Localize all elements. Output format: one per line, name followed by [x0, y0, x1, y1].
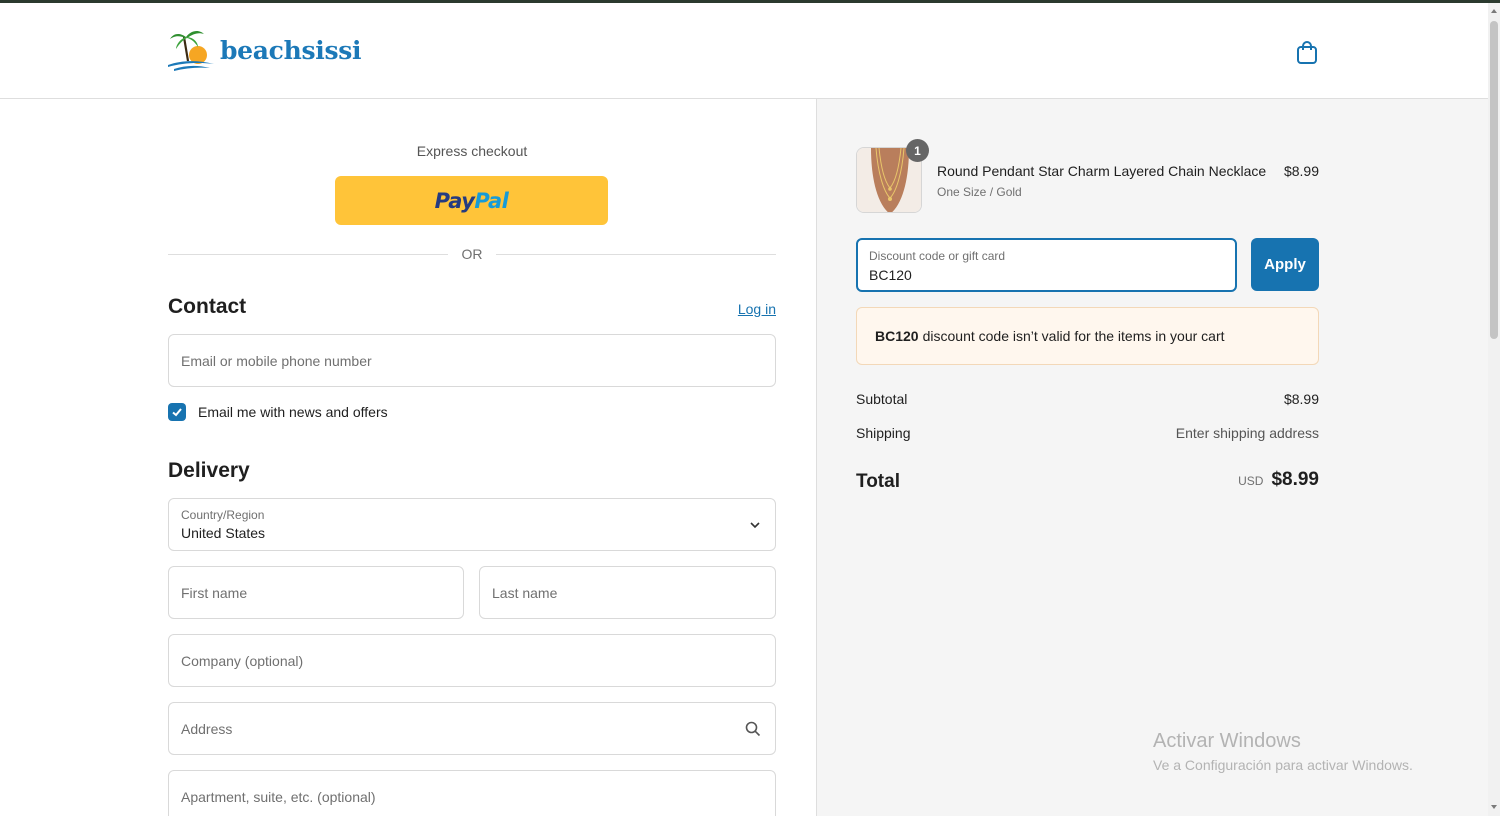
- newsletter-checkbox[interactable]: [168, 403, 186, 421]
- apartment-field[interactable]: [168, 770, 776, 816]
- login-link[interactable]: Log in: [700, 301, 776, 317]
- address-field[interactable]: [168, 702, 776, 755]
- checkout-form: Express checkout Pay Pal OR Contact Log i…: [0, 99, 816, 816]
- apartment-input[interactable]: [181, 771, 763, 816]
- search-icon[interactable]: [745, 721, 761, 737]
- chevron-down-icon: [750, 522, 760, 529]
- scrollbar-thumb[interactable]: [1490, 21, 1498, 339]
- email-input[interactable]: [181, 335, 763, 386]
- discount-input[interactable]: [869, 267, 1209, 283]
- discount-label: Discount code or gift card: [869, 249, 1006, 263]
- delivery-title: Delivery: [168, 459, 250, 482]
- subtotal-value: $8.99: [1283, 391, 1319, 407]
- total-label: Total: [856, 471, 900, 492]
- shopping-bag-icon[interactable]: [1294, 39, 1320, 65]
- watermark-subtitle: Ve a Configuración para activar Windows.: [1153, 757, 1413, 773]
- notice-code: BC120: [875, 328, 919, 344]
- page-scrollbar[interactable]: [1488, 3, 1500, 816]
- product-price: $8.99: [1283, 163, 1319, 179]
- total-row: Total USD $8.99: [856, 469, 1319, 495]
- express-checkout-label: Express checkout: [416, 143, 528, 159]
- paypal-logo-pay: Pay: [434, 188, 475, 213]
- country-select[interactable]: Country/Region United States: [168, 498, 776, 551]
- contact-title: Contact: [168, 295, 247, 318]
- shipping-label: Shipping: [856, 425, 911, 441]
- last-name-input[interactable]: [492, 567, 763, 618]
- watermark-title: Activar Windows: [1153, 730, 1301, 752]
- subtotal-label: Subtotal: [856, 391, 908, 407]
- product-variant: One Size / Gold: [937, 185, 1022, 199]
- last-name-field[interactable]: [479, 566, 776, 619]
- shipping-value: Enter shipping address: [1175, 425, 1319, 441]
- currency-code: USD: [1238, 474, 1264, 488]
- paypal-button[interactable]: Pay Pal: [335, 176, 608, 225]
- brand-logo[interactable]: beachsissi: [168, 27, 362, 73]
- or-text: OR: [461, 246, 483, 262]
- scroll-up-arrow-icon[interactable]: [1490, 7, 1498, 15]
- country-label: Country/Region: [181, 508, 265, 522]
- discount-error-notice: BC120 discount code isn’t valid for the …: [856, 307, 1319, 365]
- first-name-input[interactable]: [181, 567, 451, 618]
- shipping-row: Shipping Enter shipping address: [856, 425, 1319, 441]
- apply-button[interactable]: Apply: [1251, 238, 1319, 291]
- scroll-down-arrow-icon[interactable]: [1490, 803, 1498, 811]
- email-field[interactable]: [168, 334, 776, 387]
- company-field[interactable]: [168, 634, 776, 687]
- subtotal-row: Subtotal $8.99: [856, 391, 1319, 407]
- discount-field[interactable]: Discount code or gift card: [856, 238, 1237, 292]
- newsletter-label: Email me with news and offers: [198, 404, 388, 420]
- first-name-field[interactable]: [168, 566, 464, 619]
- brand-name: beachsissi: [220, 35, 362, 65]
- order-summary: 1 Round Pendant Star Charm Layered Chain…: [816, 99, 1488, 816]
- windows-activation-watermark: Activar Windows Ve a Configuración para …: [1153, 730, 1413, 773]
- site-header: beachsissi: [0, 3, 1488, 99]
- newsletter-checkbox-row[interactable]: Email me with news and offers: [168, 403, 388, 421]
- product-title: Round Pendant Star Charm Layered Chain N…: [937, 163, 1267, 179]
- total-value: $8.99: [1271, 469, 1319, 490]
- paypal-logo-pal: Pal: [474, 188, 509, 213]
- country-value: United States: [181, 525, 266, 541]
- quantity-badge: 1: [906, 139, 929, 162]
- notice-message: discount code isn’t valid for the items …: [922, 328, 1225, 344]
- total-amount: USD $8.99: [1238, 469, 1319, 491]
- palm-tree-icon: [168, 27, 224, 73]
- address-input[interactable]: [181, 703, 735, 754]
- checkmark-icon: [172, 408, 182, 417]
- company-input[interactable]: [181, 635, 763, 686]
- or-divider: OR: [168, 246, 776, 264]
